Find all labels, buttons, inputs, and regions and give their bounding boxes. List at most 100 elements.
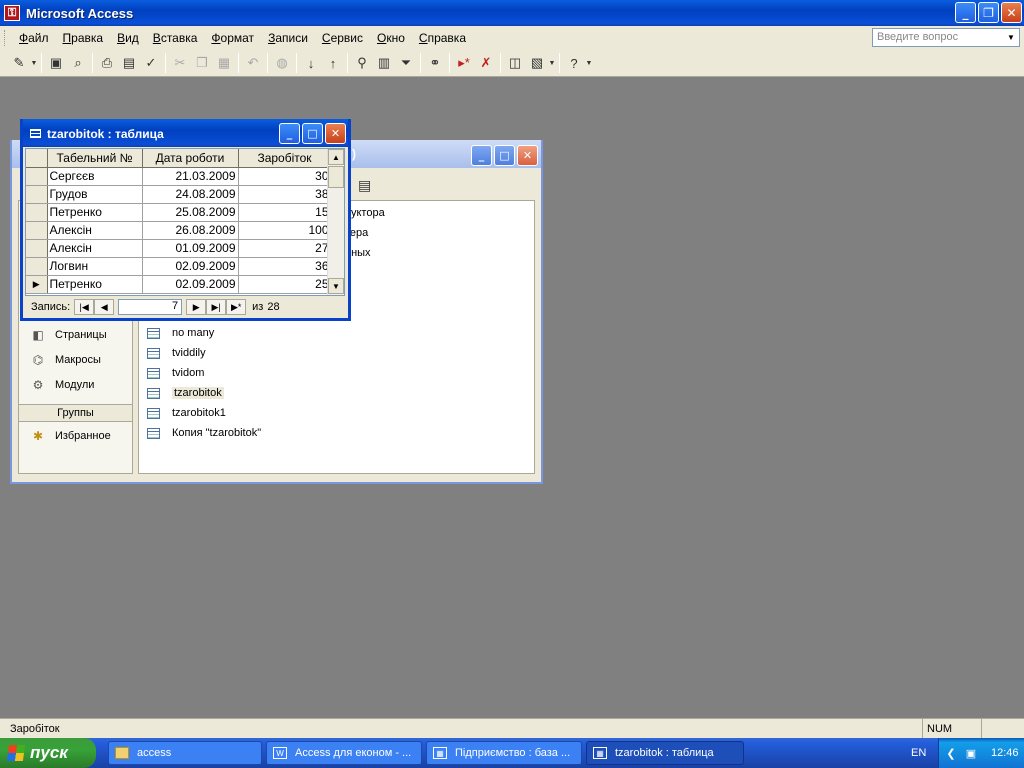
list-item-selected[interactable]: tzarobitok [147, 383, 224, 403]
help-icon[interactable]: ? [563, 52, 585, 74]
table-cell[interactable]: Петренко [47, 275, 143, 294]
hyperlink-icon[interactable]: ◍ [271, 52, 293, 74]
apply-filter-icon[interactable]: ⏷ [395, 52, 417, 74]
menu-tools[interactable]: Сервис [315, 31, 370, 45]
print-preview-icon[interactable]: ▤ [118, 52, 140, 74]
menu-edit[interactable]: Правка [56, 31, 111, 45]
chevron-down-icon[interactable]: ▼ [585, 52, 593, 74]
table-cell[interactable]: 15 [238, 203, 332, 222]
table-cell[interactable]: 36 [238, 257, 332, 276]
chevron-down-icon[interactable]: ▼ [30, 52, 38, 74]
first-record-button[interactable]: |◀ [74, 299, 95, 315]
list-item[interactable]: tzarobitok1 [147, 403, 226, 423]
table-window-titlebar[interactable]: tzarobitok : таблица _ □ ✕ [23, 119, 348, 147]
vertical-scrollbar[interactable]: ▲ ▼ [327, 149, 344, 295]
copy-icon[interactable]: ❐ [191, 52, 213, 74]
table-cell[interactable]: Сергєєв [47, 167, 143, 186]
language-indicator[interactable]: EN [911, 747, 926, 759]
minimize-button[interactable]: _ [955, 2, 976, 23]
list-item[interactable]: tvidom [147, 363, 204, 383]
minimize-button[interactable]: _ [279, 123, 300, 144]
sort-ascending-icon[interactable]: ↓ [300, 52, 322, 74]
record-selector[interactable] [26, 221, 48, 240]
taskbar-item-word-doc[interactable]: W Access для економ - ... [266, 741, 422, 765]
menu-window[interactable]: Окно [370, 31, 412, 45]
next-record-button[interactable]: ▶ [186, 299, 207, 315]
table-row[interactable]: Алексін 26.08.2009 100 [26, 221, 332, 240]
sort-descending-icon[interactable]: ↑ [322, 52, 344, 74]
menu-grip[interactable] [4, 30, 7, 46]
record-number-input[interactable]: 7 [118, 299, 183, 315]
last-record-button[interactable]: ▶| [206, 299, 227, 315]
scroll-up-icon[interactable]: ▲ [328, 149, 344, 165]
menu-insert[interactable]: Вставка [146, 31, 205, 45]
table-cell[interactable]: 38 [238, 185, 332, 204]
maximize-button[interactable]: □ [302, 123, 323, 144]
search-icon[interactable]: ⌕ [67, 52, 89, 74]
table-cell[interactable]: Логвин [47, 257, 143, 276]
new-object-icon[interactable]: ▧ [526, 52, 548, 74]
chevron-down-icon[interactable]: ▼ [548, 52, 556, 74]
table-cell[interactable]: Алексін [47, 239, 143, 258]
taskbar-item-access-folder[interactable]: access [108, 741, 262, 765]
maximize-button[interactable]: □ [494, 145, 515, 166]
chevron-down-icon[interactable]: ▼ [1004, 30, 1018, 45]
select-all-corner[interactable] [26, 149, 48, 168]
menu-file[interactable]: Файл [12, 31, 56, 45]
table-cell[interactable]: Грудов [47, 185, 143, 204]
menu-help[interactable]: Справка [412, 31, 473, 45]
filter-by-form-icon[interactable]: ▥ [373, 52, 395, 74]
column-header[interactable]: Дата роботи [142, 149, 239, 168]
new-record-button[interactable]: ▶* [226, 299, 247, 315]
taskbar-item-table[interactable]: ▦ tzarobitok : таблица [586, 741, 744, 765]
table-icon[interactable] [30, 129, 41, 138]
record-selector[interactable] [26, 203, 48, 222]
group-item-favorites[interactable]: ✱ Избранное [29, 426, 111, 446]
table-row[interactable]: Грудов 24.08.2009 38 [26, 185, 332, 204]
list-item[interactable]: no many [147, 323, 214, 343]
table-row[interactable]: Сергєєв 21.03.2009 30 [26, 167, 332, 186]
groups-header[interactable]: Группы [19, 404, 132, 422]
cut-icon[interactable]: ✂ [169, 52, 191, 74]
table-row[interactable]: Алексін 01.09.2009 27 [26, 239, 332, 258]
database-window-icon[interactable]: ◫ [504, 52, 526, 74]
access-key-icon[interactable]: ⚿ [4, 5, 20, 21]
taskbar-item-database[interactable]: ▦ Підприємство : база ... [426, 741, 582, 765]
start-button[interactable]: пуск [0, 738, 96, 768]
table-row[interactable]: ▶ Петренко 02.09.2009 25 [26, 275, 332, 294]
table-cell[interactable]: Алексін [47, 221, 143, 240]
print-icon[interactable]: ⎙ [96, 52, 118, 74]
table-cell[interactable]: 21.03.2009 [142, 167, 239, 186]
help-question-input[interactable]: Введите вопрос ▼ [872, 28, 1020, 47]
list-item[interactable]: Копия "tzarobitok" [147, 423, 261, 443]
network-icon[interactable]: ▣ [963, 745, 979, 761]
table-row[interactable]: Петренко 25.08.2009 15 [26, 203, 332, 222]
table-cell[interactable]: 30 [238, 167, 332, 186]
clock[interactable]: 12:46 [991, 747, 1019, 759]
save-icon[interactable]: ▣ [45, 52, 67, 74]
restore-button[interactable]: ❐ [978, 2, 999, 23]
table-cell[interactable]: 25 [238, 275, 332, 294]
spelling-icon[interactable]: ✓ [140, 52, 162, 74]
scroll-down-icon[interactable]: ▼ [328, 278, 344, 294]
close-button[interactable]: ✕ [1001, 2, 1022, 23]
table-cell[interactable]: 27 [238, 239, 332, 258]
close-button[interactable]: ✕ [325, 123, 346, 144]
record-selector[interactable]: ▶ [26, 275, 48, 294]
table-row[interactable]: Логвин 02.09.2009 36 [26, 257, 332, 276]
minimize-button[interactable]: _ [471, 145, 492, 166]
menu-format[interactable]: Формат [204, 31, 261, 45]
objects-item-macros[interactable]: ⌬ Макросы [29, 350, 101, 370]
table-cell[interactable]: 02.09.2009 [142, 275, 239, 294]
chevron-left-icon[interactable]: ❮ [943, 745, 959, 761]
column-header[interactable]: Заробіток [238, 149, 332, 168]
table-cell[interactable]: 01.09.2009 [142, 239, 239, 258]
record-selector[interactable] [26, 257, 48, 276]
record-selector[interactable] [26, 167, 48, 186]
record-selector[interactable] [26, 239, 48, 258]
menu-view[interactable]: Вид [110, 31, 146, 45]
prev-record-button[interactable]: ◀ [94, 299, 115, 315]
filter-by-selection-icon[interactable]: ⚲ [351, 52, 373, 74]
close-button[interactable]: ✕ [517, 145, 538, 166]
find-icon[interactable]: ⚭ [424, 52, 446, 74]
